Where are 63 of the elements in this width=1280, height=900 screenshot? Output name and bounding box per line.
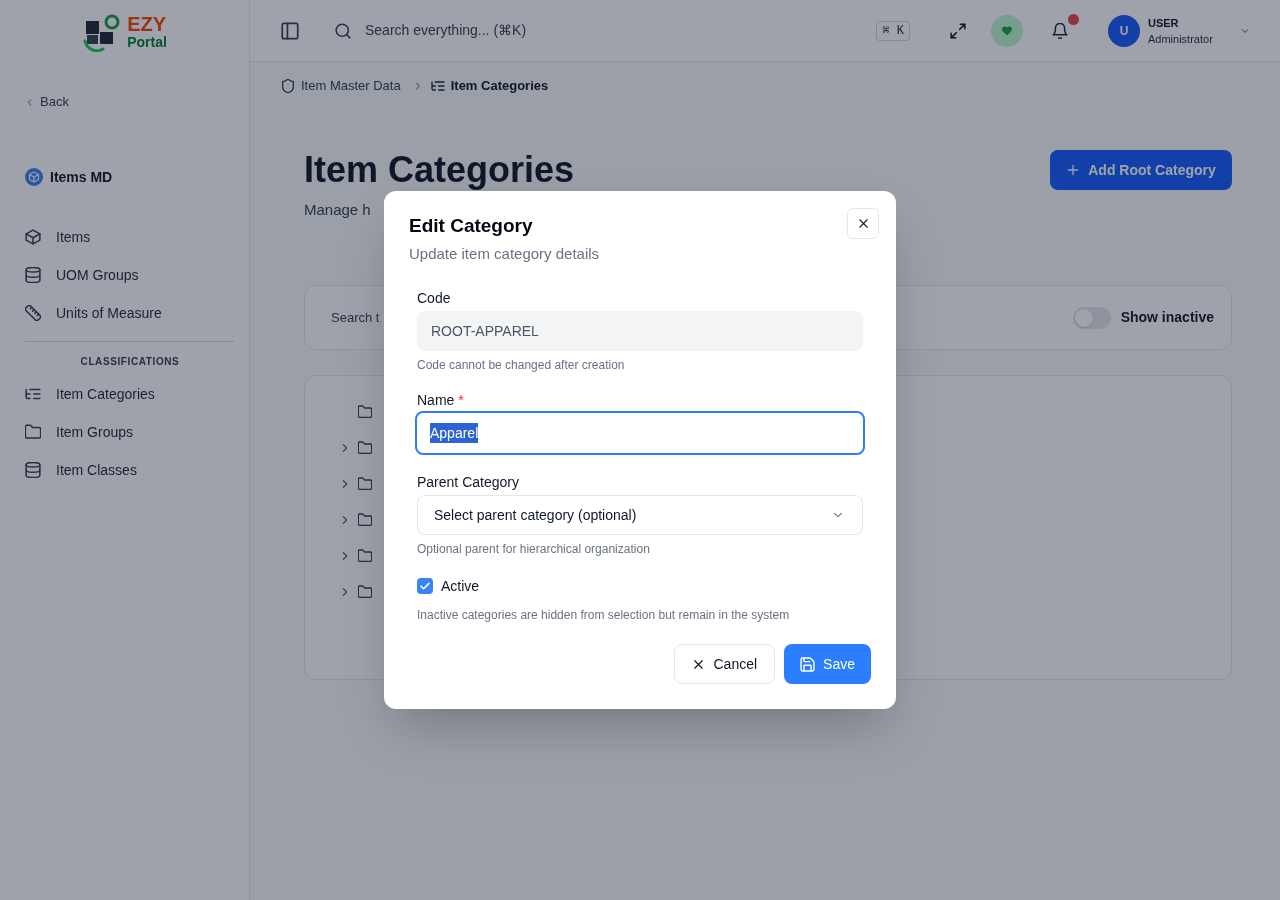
list-tree-icon [25,386,41,402]
dialog-title: Edit Category [409,214,533,238]
chevron-left-icon[interactable] [25,97,34,107]
help-text: Optional parent for hierarchical organization [417,541,650,557]
page-title: Item Categories [304,150,575,190]
nav-item[interactable]: Items [15,218,234,256]
add-root-category-button[interactable]: Add Root Category [1050,150,1232,190]
box-icon [25,229,41,245]
plus-icon [1066,163,1081,177]
avatar[interactable]: U [1108,14,1140,47]
help-text: Inactive categories are hidden from selection but remain in the system [417,607,790,623]
page-subtitle: Manage h [304,200,371,220]
folder-icon [358,585,372,599]
field-label: Code [417,289,451,308]
user-name: USER [1148,15,1179,30]
module-title: Items MD [50,168,113,187]
search-field[interactable]: Search t [321,299,383,336]
breadcrumb-current: Item Categories [450,77,549,96]
logo-subword: Portal [127,34,167,50]
nav-item[interactable]: Item Groups [15,413,234,451]
nav-item[interactable]: UOM Groups [15,256,234,294]
list-tree-icon [430,79,445,93]
text-field[interactable]: Apparel [415,411,865,455]
shield-icon [281,79,295,93]
cube-icon [25,168,43,186]
checkbox-label: Active [441,577,480,596]
folder-icon [358,405,372,419]
save-button[interactable]: Save [784,644,871,684]
field-label: Name * [417,391,464,410]
toggle-switch[interactable] [1072,306,1111,329]
folder-icon [25,424,41,440]
checkbox[interactable] [417,578,433,594]
dialog-subtitle: Update item category details [409,244,600,264]
folder-icon [358,441,372,455]
help-text: Code cannot be changed after creation [417,357,625,373]
nav-item[interactable]: Item Categories [15,375,234,413]
save-icon [800,656,816,672]
search-field[interactable]: Search everything... (⌘K) ⌘ K [327,10,918,51]
folder-icon [358,549,372,563]
bell-icon[interactable] [1052,22,1068,39]
nav-item[interactable]: Units of Measure [15,294,234,332]
select-field[interactable]: Select parent category (optional) [417,495,863,535]
nav-item[interactable]: Item Classes [15,451,234,489]
database-icon [25,462,41,478]
ruler-icon [25,305,41,321]
search-icon [335,22,351,39]
folder-icon [358,513,372,527]
cancel-button[interactable]: Cancel [674,644,776,684]
back-link[interactable]: Back [25,94,69,110]
panel-left-icon[interactable] [281,21,299,40]
folder-icon [358,477,372,491]
toggle-label: Show inactive [1120,308,1214,327]
close-icon [692,657,706,671]
close-button[interactable] [847,208,879,239]
logo-word: EZY [127,14,167,34]
shortcut-key: ⌘ K [876,20,910,41]
section-heading: CLASSIFICATIONS [80,356,180,368]
diagonal-arrows-icon[interactable] [950,22,966,39]
field-label: Parent Category [417,473,519,492]
breadcrumb-link[interactable]: Item Master Data [301,76,401,96]
user-role: Administrator [1148,31,1213,46]
database-icon [25,267,41,283]
close-icon [856,217,870,230]
